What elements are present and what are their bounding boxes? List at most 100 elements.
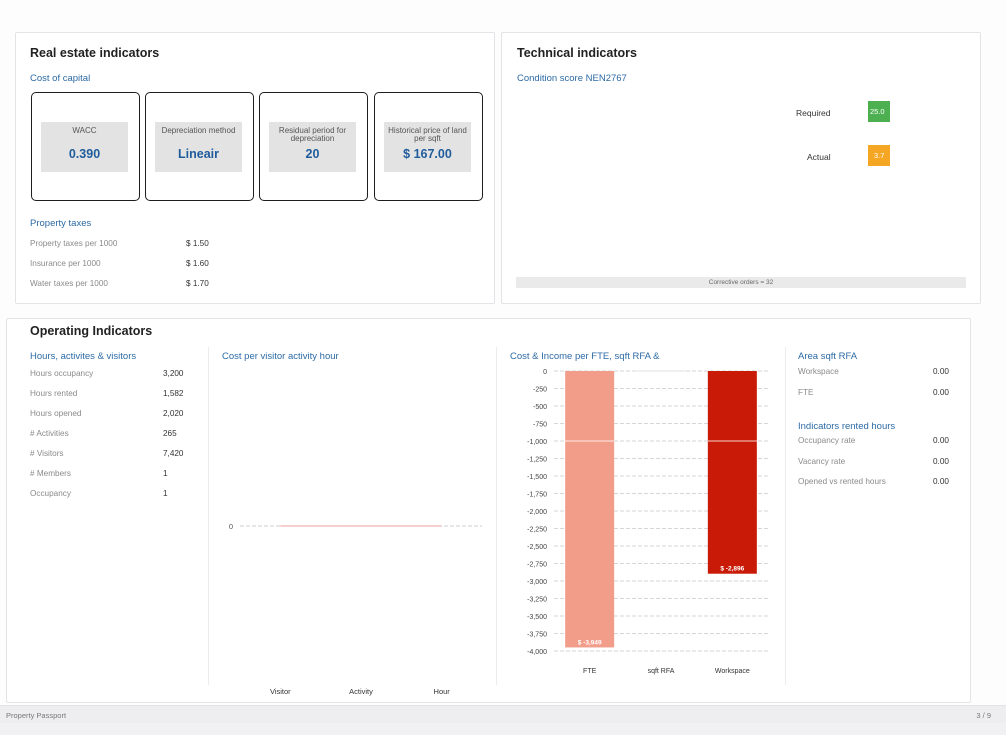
y-tick-label: -3,250: [527, 597, 547, 604]
corrective-orders-bar: Corrective orders = 32: [516, 277, 966, 288]
tax-value: $ 1.70: [186, 279, 209, 288]
hours-value: 1: [163, 469, 168, 478]
depreciation-method-card[interactable]: Depreciation method Lineair: [145, 92, 254, 201]
hours-value: 3,200: [163, 369, 184, 378]
footer-title: Property Passport: [6, 711, 67, 720]
y-tick-label: -2,500: [527, 544, 547, 551]
hours-label: Hours occupancy: [30, 369, 94, 378]
data-label: $ -2,896: [720, 566, 744, 573]
card-value: 0.390: [68, 147, 101, 161]
hours-label: # Visitors: [30, 449, 64, 458]
operating-panel: Operating Indicators Hours, activites & …: [6, 318, 971, 703]
area-heading: Area sqft RFA: [798, 351, 858, 362]
y-tick-label: -1,250: [527, 457, 547, 464]
y-tick-label: 0: [543, 369, 547, 376]
chart-title: Cost & Income per FTE, sqft RFA &: [510, 351, 660, 362]
footer-bar: Property Passport 3 / 9: [0, 705, 1006, 723]
x-tick-label: sqft RFA: [648, 668, 675, 675]
property-taxes-heading: Property taxes: [30, 218, 92, 229]
y-tick-label: -750: [533, 422, 547, 429]
hours-label: Hours rented: [30, 389, 78, 398]
corrective-orders-text: Corrective orders = 32: [708, 279, 774, 286]
y-tick-label: -3,750: [527, 632, 547, 639]
hours-label: # Members: [30, 469, 71, 478]
cost-of-capital-heading: Cost of capital: [30, 73, 91, 84]
rented-value: 0.00: [933, 477, 949, 486]
rented-value: 0.00: [933, 457, 949, 466]
hours-label: Occupancy: [30, 489, 71, 498]
y-tick-label: -250: [533, 387, 547, 394]
area-label: Workspace: [798, 367, 839, 376]
divider: [496, 347, 497, 685]
area-label: FTE: [798, 388, 814, 397]
cost-per-visitor-chart: 0 Visitor Activity Hour: [229, 522, 482, 696]
card-value: Lineair: [178, 147, 219, 161]
hours-heading: Hours, activites & visitors: [30, 351, 137, 362]
page-number: 3 / 9: [976, 711, 991, 720]
land-price-card[interactable]: Historical price of land per sqft $ 167.…: [374, 92, 483, 201]
y-tick-label: -2,750: [527, 562, 547, 569]
actual-score-value: 3.7: [874, 151, 885, 160]
actual-score-badge: 3.7: [868, 145, 890, 166]
card-label: Residual period for depreciation: [278, 126, 347, 143]
residual-period-card[interactable]: Residual period for depreciation 20: [259, 92, 368, 201]
rented-label: Vacancy rate: [798, 457, 846, 466]
y-tick-label: -3,000: [527, 579, 547, 586]
y-tick-label: -2,000: [527, 509, 547, 516]
panel-title: Operating Indicators: [30, 324, 153, 338]
card-label: WACC: [72, 126, 97, 135]
hours-value: 1: [163, 489, 168, 498]
wacc-card[interactable]: WACC 0.390: [31, 92, 140, 201]
hours-value: 1,582: [163, 389, 184, 398]
x-tick-label: FTE: [583, 668, 597, 675]
card-value: 20: [305, 147, 320, 161]
x-tick-label: Hour: [434, 687, 451, 696]
area-value: 0.00: [933, 367, 949, 376]
x-tick-label: Visitor: [270, 687, 291, 696]
card-label: Depreciation method: [161, 126, 236, 135]
card-value: $ 167.00: [403, 147, 452, 161]
real-estate-panel: Real estate indicators Cost of capital W…: [15, 32, 495, 304]
y-tick-label: -500: [533, 404, 547, 411]
tax-value: $ 1.60: [186, 259, 209, 268]
hours-label: # Activities: [30, 429, 69, 438]
tax-value: $ 1.50: [186, 239, 209, 248]
tax-label: Insurance per 1000: [30, 259, 101, 268]
required-label: Required: [796, 108, 831, 118]
tax-label: Property taxes per 1000: [30, 239, 118, 248]
hours-value: 7,420: [163, 449, 184, 458]
area-value: 0.00: [933, 388, 949, 397]
y-tick-label: -1,000: [527, 439, 547, 446]
rented-label: Opened vs rented hours: [798, 477, 886, 486]
bar: [565, 371, 615, 648]
divider: [785, 347, 786, 685]
hours-value: 2,020: [163, 409, 184, 418]
y-tick-label: 0: [229, 522, 233, 531]
y-tick-label: -4,000: [527, 649, 547, 656]
page: Real estate indicators Cost of capital W…: [0, 0, 1006, 705]
y-tick-label: -3,500: [527, 614, 547, 621]
x-tick-label: Activity: [349, 687, 373, 696]
divider: [208, 347, 209, 685]
tax-label: Water taxes per 1000: [30, 279, 108, 288]
condition-score-heading: Condition score NEN2767: [517, 73, 627, 84]
bar: [707, 371, 757, 574]
cost-income-chart: 0 -250 -500 -750 -1,000 -1,250 -1,500 -1,750 -2,…: [527, 369, 768, 675]
y-tick-label: -1,750: [527, 492, 547, 499]
required-score-badge: 25.0: [868, 101, 890, 122]
hours-value: 265: [163, 429, 177, 438]
panel-title: Real estate indicators: [30, 46, 160, 60]
rented-value: 0.00: [933, 436, 949, 445]
actual-label: Actual: [807, 152, 831, 162]
technical-panel: Technical indicators Condition score NEN…: [501, 32, 981, 304]
required-score-value: 25.0: [870, 107, 885, 116]
x-tick-label: Workspace: [715, 668, 750, 675]
y-tick-label: -1,500: [527, 474, 547, 481]
y-tick-label: -2,250: [527, 527, 547, 534]
panel-title: Technical indicators: [517, 46, 637, 60]
hours-label: Hours opened: [30, 409, 82, 418]
rented-heading: Indicators rented hours: [798, 421, 896, 432]
rented-label: Occupancy rate: [798, 436, 856, 445]
chart-title: Cost per visitor activity hour: [222, 351, 339, 362]
card-label: Historical price of land per sqft: [388, 126, 467, 143]
